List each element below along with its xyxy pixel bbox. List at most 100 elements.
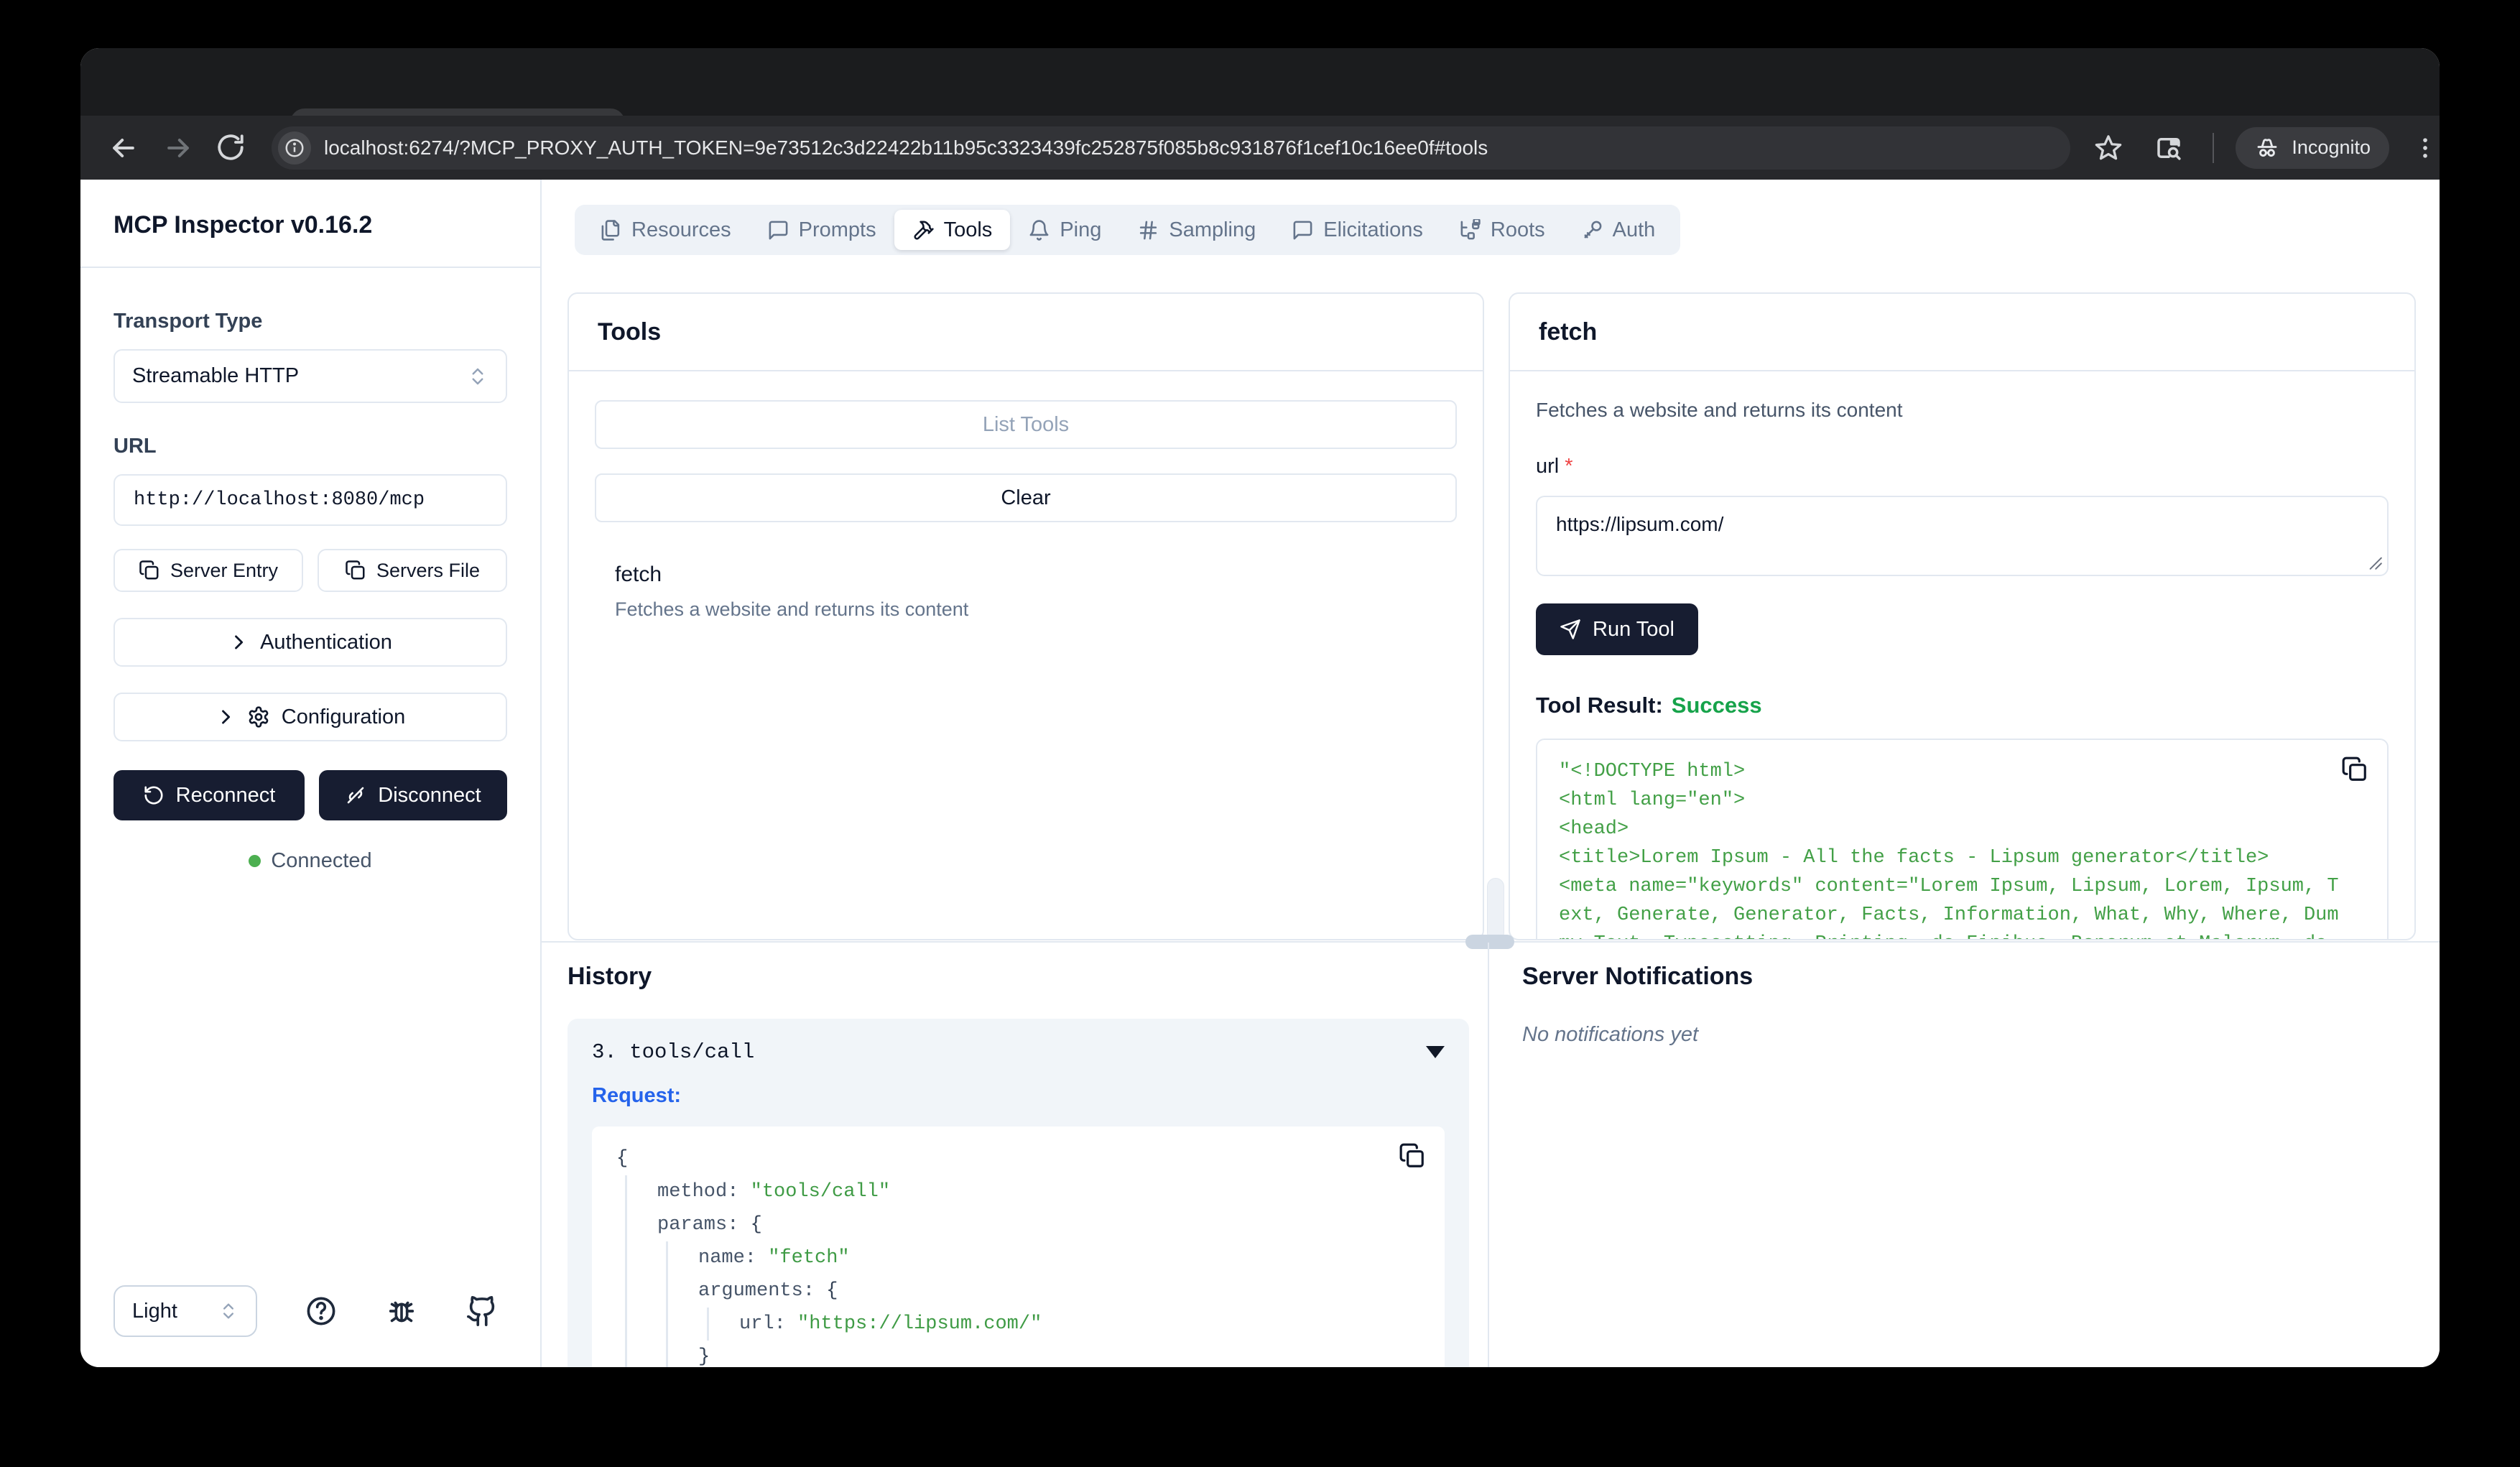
tab-sampling[interactable]: Sampling — [1119, 210, 1274, 250]
disconnect-label: Disconnect — [378, 784, 481, 807]
files-icon — [600, 219, 622, 241]
tool-result-code: "<!DOCTYPE html> <html lang="en"> <head>… — [1559, 757, 2366, 940]
json-row-params: params: { — [657, 1208, 1420, 1241]
tab-ping[interactable]: Ping — [1010, 210, 1119, 250]
app-content: MCP Inspector v0.16.2 Transport Type Str… — [80, 180, 2440, 1367]
bell-icon — [1028, 219, 1050, 241]
history-entry-label: 3. tools/call — [592, 1040, 754, 1064]
browser-toolbar: localhost:6274/?MCP_PROXY_AUTH_TOKEN=9e7… — [80, 116, 2440, 180]
resize-handle-icon[interactable] — [2364, 552, 2383, 570]
forward-icon[interactable] — [162, 132, 194, 164]
json-open-brace: { — [616, 1142, 1420, 1175]
tab-resources[interactable]: Resources — [582, 210, 749, 250]
site-info-icon[interactable] — [278, 131, 311, 165]
tab-tools[interactable]: Tools — [894, 210, 1011, 250]
url-label: URL — [114, 435, 507, 458]
tool-result-output[interactable]: "<!DOCTYPE html> <html lang="en"> <head>… — [1536, 739, 2389, 940]
rotate-ccw-icon — [143, 785, 165, 806]
reconnect-label: Reconnect — [176, 784, 276, 807]
tools-panel-title: Tools — [569, 294, 1483, 371]
url-bar[interactable]: localhost:6274/?MCP_PROXY_AUTH_TOKEN=9e7… — [272, 126, 2070, 170]
json-close-brace: } — [698, 1341, 1420, 1367]
toolbar-separator — [2213, 133, 2214, 163]
bookmark-star-icon[interactable] — [2093, 133, 2123, 163]
configuration-toggle[interactable]: Configuration — [114, 693, 507, 741]
tab-roots[interactable]: Roots — [1441, 210, 1563, 250]
tool-name: fetch — [615, 563, 1437, 587]
incognito-badge: Incognito — [2236, 127, 2389, 169]
tools-panel: Tools List Tools Clear fetch Fetches a w… — [568, 292, 1484, 940]
tab-label: Prompts — [799, 218, 876, 242]
message-square-icon — [767, 219, 789, 241]
tool-list-item-fetch[interactable]: fetch Fetches a website and returns its … — [595, 563, 1457, 621]
tool-detail-title: fetch — [1510, 294, 2414, 371]
copy-icon — [345, 560, 366, 581]
theme-select[interactable]: Light — [114, 1285, 257, 1337]
copy-request-icon[interactable] — [1399, 1142, 1426, 1170]
tab-auth[interactable]: Auth — [1563, 210, 1674, 250]
server-url-input[interactable]: http://localhost:8080/mcp — [114, 474, 507, 526]
chevron-right-icon — [216, 707, 236, 727]
param-url-label: url — [1536, 455, 1559, 478]
hammer-icon — [912, 219, 935, 241]
server-entry-button[interactable]: Server Entry — [114, 549, 303, 592]
list-tools-button[interactable]: List Tools — [595, 400, 1457, 449]
url-text: localhost:6274/?MCP_PROXY_AUTH_TOKEN=9e7… — [324, 136, 1488, 159]
tool-result-status: Success — [1672, 693, 1762, 718]
server-url-value: http://localhost:8080/mcp — [134, 489, 425, 511]
tool-result-label: Tool Result: — [1536, 693, 1663, 718]
history-title: History — [568, 963, 652, 991]
servers-file-button[interactable]: Servers File — [318, 549, 507, 592]
tab-prompts[interactable]: Prompts — [749, 210, 894, 250]
run-tool-label: Run Tool — [1593, 618, 1674, 642]
gear-icon — [247, 705, 270, 728]
json-row-arguments: arguments: { — [698, 1274, 1420, 1308]
key-icon — [1581, 219, 1603, 241]
copy-result-icon[interactable] — [2341, 756, 2368, 783]
tab-elicitations[interactable]: Elicitations — [1274, 210, 1441, 250]
history-entry: 3. tools/call Request: { method: "tools/… — [568, 1019, 1469, 1367]
tab-label: Roots — [1491, 218, 1545, 242]
collapse-icon[interactable] — [1426, 1046, 1445, 1058]
unlink-icon — [345, 785, 366, 806]
hash-icon — [1137, 219, 1159, 241]
browser-menu-icon[interactable] — [2411, 134, 2440, 162]
help-icon[interactable] — [305, 1295, 338, 1328]
browser-tabstrip: MCP Inspector — [80, 48, 2440, 116]
configuration-label: Configuration — [282, 705, 406, 729]
server-entry-label: Server Entry — [170, 560, 278, 582]
authentication-label: Authentication — [260, 631, 392, 654]
no-notifications-message: No notifications yet — [1522, 1023, 1698, 1047]
list-tools-label: List Tools — [983, 413, 1069, 437]
tools-pane-scrollbar[interactable] — [1487, 878, 1504, 941]
transport-type-select[interactable]: Streamable HTTP — [114, 349, 507, 403]
disconnect-button[interactable]: Disconnect — [319, 770, 507, 820]
copy-icon — [139, 560, 160, 581]
json-row-method: method: "tools/call" — [657, 1175, 1420, 1208]
run-tool-button[interactable]: Run Tool — [1536, 603, 1698, 655]
github-icon[interactable] — [465, 1295, 499, 1328]
reconnect-button[interactable]: Reconnect — [114, 770, 305, 820]
transport-type-label: Transport Type — [114, 310, 507, 333]
request-json-block[interactable]: { method: "tools/call" params: { name: "… — [592, 1126, 1445, 1367]
reload-icon[interactable] — [216, 132, 247, 164]
status-dot-icon — [249, 855, 261, 867]
clear-tools-button[interactable]: Clear — [595, 473, 1457, 522]
tree-icon — [1459, 219, 1481, 241]
bug-icon[interactable] — [385, 1295, 418, 1328]
browser-window: MCP Inspector — [80, 48, 2440, 1367]
send-icon — [1560, 619, 1581, 640]
back-icon[interactable] — [108, 132, 139, 164]
incognito-label: Incognito — [2292, 136, 2371, 159]
section-tabs: Resources Prompts Tools — [575, 205, 1680, 255]
authentication-toggle[interactable]: Authentication — [114, 618, 507, 667]
search-tabs-icon[interactable] — [2154, 133, 2184, 163]
tool-description: Fetches a website and returns its conten… — [615, 598, 1437, 621]
history-entry-header[interactable]: 3. tools/call — [592, 1040, 1445, 1064]
tab-label: Resources — [631, 218, 731, 242]
required-asterisk: * — [1565, 455, 1572, 478]
sidebar: MCP Inspector v0.16.2 Transport Type Str… — [80, 180, 542, 1367]
chevron-right-icon — [228, 632, 249, 652]
param-url-input[interactable]: https://lipsum.com/ — [1536, 496, 2389, 576]
transport-type-value: Streamable HTTP — [132, 364, 467, 388]
